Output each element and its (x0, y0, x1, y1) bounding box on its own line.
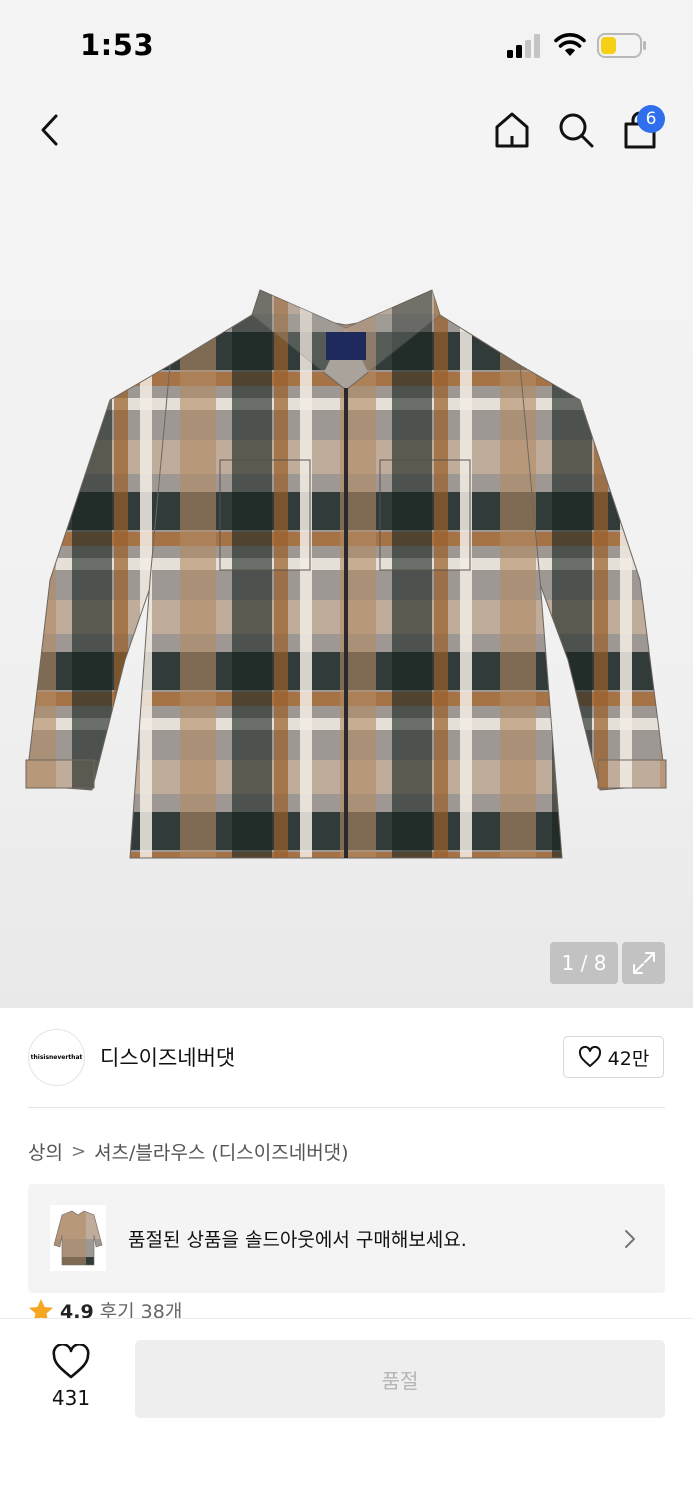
status-time: 1:53 (80, 28, 155, 62)
brand-name[interactable]: 디스이즈네버댓 (100, 1042, 235, 1072)
cellular-signal-icon (507, 34, 540, 58)
cart-count-badge: 6 (637, 105, 665, 133)
chevron-right-icon (625, 1230, 635, 1248)
expand-icon (632, 952, 655, 974)
image-counter: 1 / 8 (550, 942, 618, 984)
breadcrumb-item-category[interactable]: 상의 (28, 1138, 63, 1165)
rating-row[interactable]: 4.9 후기 38개 (28, 1298, 182, 1318)
wifi-icon (554, 33, 586, 56)
breadcrumb: 상의 > 셔츠/블라우스 (디스이즈네버댓) (28, 1138, 349, 1165)
review-count[interactable]: 후기 38개 (100, 1298, 183, 1318)
search-icon (559, 113, 594, 148)
breadcrumb-separator: > (70, 1141, 87, 1162)
heart-icon (578, 1046, 601, 1067)
expand-image-button[interactable] (622, 942, 665, 984)
search-button[interactable] (554, 108, 598, 152)
star-icon (29, 1299, 53, 1318)
breadcrumb-item-subcategory[interactable]: 셔츠/블라우스 (디스이즈네버댓) (94, 1138, 349, 1165)
battery-icon (597, 33, 646, 58)
product-image (25, 289, 667, 859)
home-icon (495, 112, 529, 148)
home-button[interactable] (490, 108, 534, 152)
status-bar: 1:53 (0, 0, 693, 90)
chevron-left-icon (41, 114, 58, 146)
soldout-banner-text: 품절된 상품을 솔드아웃에서 구매해보세요. (128, 1229, 467, 1251)
brand-logo[interactable]: thisisneverthat (28, 1029, 85, 1086)
soldout-button[interactable]: 품절 (135, 1340, 665, 1418)
rating-value: 4.9 (60, 1301, 94, 1318)
divider (28, 1107, 665, 1108)
brand-like-button[interactable]: 42만 (563, 1036, 664, 1078)
banner-thumbnail (50, 1205, 106, 1271)
brand-like-count: 42만 (607, 1047, 650, 1070)
heart-icon (52, 1344, 90, 1379)
wishlist-count: 431 (51, 1386, 91, 1410)
back-button[interactable] (30, 108, 70, 152)
